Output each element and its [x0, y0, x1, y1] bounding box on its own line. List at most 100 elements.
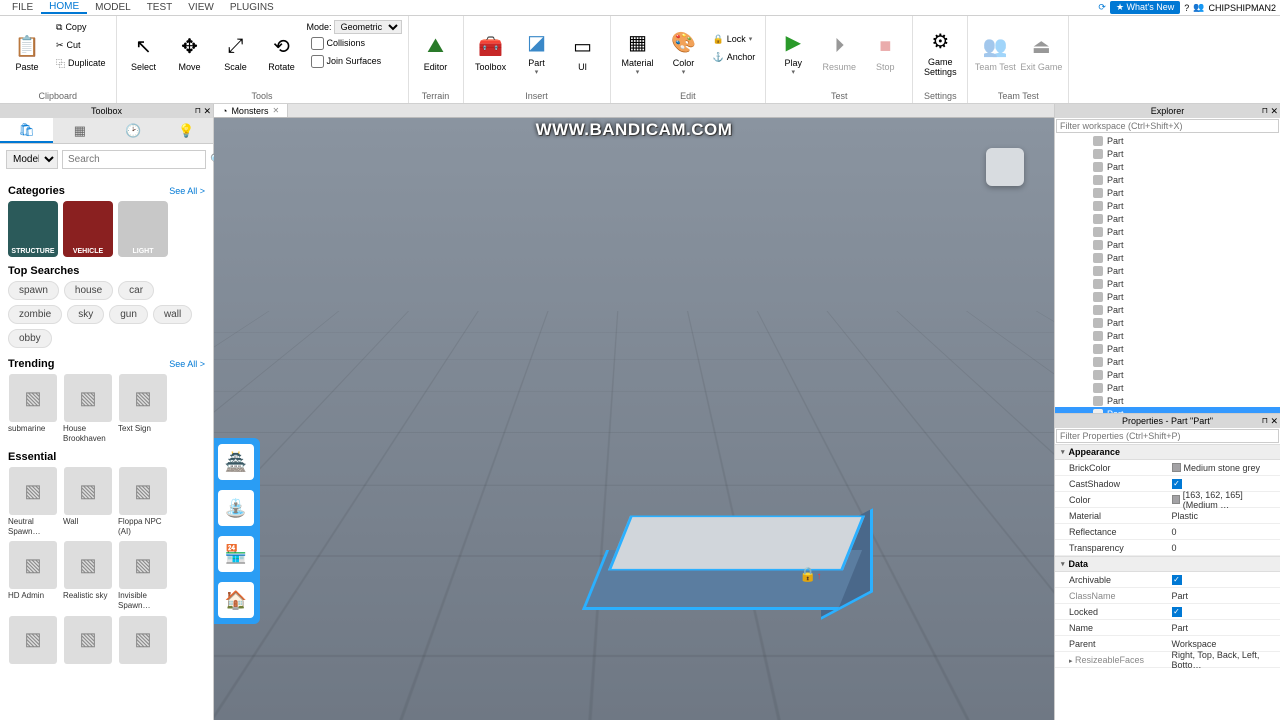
- asset-card[interactable]: ▧Wall: [63, 467, 113, 536]
- lock-button[interactable]: 🔒Lock ▾: [709, 30, 760, 48]
- tree-item[interactable]: Part: [1055, 277, 1280, 290]
- category-card[interactable]: VEHICLE: [63, 201, 113, 257]
- property-row[interactable]: Reflectance0: [1055, 524, 1280, 540]
- sync-icon[interactable]: ⟳: [1098, 2, 1106, 13]
- search-chip[interactable]: house: [64, 281, 113, 300]
- tree-item[interactable]: Part: [1055, 342, 1280, 355]
- part-button[interactable]: ◪Part▾: [516, 18, 558, 86]
- tab-recent[interactable]: 🕑: [107, 118, 160, 143]
- properties-filter-input[interactable]: [1056, 429, 1279, 443]
- menu-home[interactable]: HOME: [41, 1, 87, 14]
- property-row[interactable]: Color [163, 162, 165] (Medium …: [1055, 492, 1280, 508]
- ui-button[interactable]: ▭UI: [562, 18, 604, 86]
- search-chip[interactable]: spawn: [8, 281, 59, 300]
- join-surfaces-toggle[interactable]: Join Surfaces: [307, 52, 402, 70]
- close-icon[interactable]: ✕: [1270, 414, 1278, 428]
- whats-new-button[interactable]: ★ What's New: [1110, 1, 1180, 14]
- tree-item[interactable]: Part: [1055, 368, 1280, 381]
- tree-item[interactable]: Part: [1055, 225, 1280, 238]
- resume-button[interactable]: ⏵Resume: [818, 18, 860, 86]
- mode-select[interactable]: Geometric: [334, 20, 402, 34]
- property-category[interactable]: ▾Appearance: [1055, 444, 1280, 460]
- tree-item[interactable]: Part: [1055, 329, 1280, 342]
- tab-creations[interactable]: 💡: [160, 118, 213, 143]
- pin-icon[interactable]: ⊓: [1262, 414, 1268, 428]
- search-chip[interactable]: zombie: [8, 305, 62, 324]
- pin-icon[interactable]: ⊓: [195, 104, 201, 118]
- cut-button[interactable]: ✂Cut: [52, 36, 110, 54]
- menu-view[interactable]: VIEW: [180, 2, 222, 13]
- search-chip[interactable]: wall: [153, 305, 192, 324]
- property-value[interactable]: [163, 162, 165] (Medium …: [1168, 490, 1280, 510]
- collisions-checkbox[interactable]: [311, 37, 324, 50]
- property-row[interactable]: ▸ ResizeableFacesRight, Top, Back, Left,…: [1055, 652, 1280, 668]
- stamp-btn-2[interactable]: ⛲: [218, 490, 254, 526]
- tree-item[interactable]: Part: [1055, 316, 1280, 329]
- asset-card[interactable]: ▧Floppa NPC (AI): [118, 467, 168, 536]
- property-value[interactable]: Medium stone grey: [1168, 463, 1280, 473]
- search-chip[interactable]: car: [118, 281, 154, 300]
- duplicate-button[interactable]: ⿻Duplicate: [52, 54, 110, 72]
- trending-seeall[interactable]: See All >: [169, 359, 205, 369]
- stop-button[interactable]: ■Stop: [864, 18, 906, 86]
- asset-card[interactable]: ▧submarine: [8, 374, 58, 443]
- categories-seeall[interactable]: See All >: [169, 186, 205, 196]
- tree-item[interactable]: Part: [1055, 147, 1280, 160]
- scene-tab[interactable]: ◔Monsters✕: [214, 104, 288, 117]
- search-input[interactable]: [62, 150, 206, 169]
- property-value[interactable]: ✓: [1168, 607, 1280, 617]
- asset-card[interactable]: ▧Realistic sky: [63, 541, 113, 610]
- property-row[interactable]: Archivable✓: [1055, 572, 1280, 588]
- move-button[interactable]: ✥Move: [169, 18, 211, 86]
- close-tab-icon[interactable]: ✕: [272, 106, 279, 115]
- explorer-tree[interactable]: PartPartPartPartPartPartPartPartPartPart…: [1055, 134, 1280, 413]
- property-value[interactable]: 0: [1168, 527, 1280, 537]
- asset-card[interactable]: ▧Invisible Spawn…: [118, 541, 168, 610]
- team-test-button[interactable]: 👥Team Test: [974, 18, 1016, 86]
- lock-gizmo-icon[interactable]: 🔒↑: [799, 566, 821, 583]
- stamp-btn-3[interactable]: 🏪: [218, 536, 254, 572]
- exit-game-button[interactable]: ⏏Exit Game: [1020, 18, 1062, 86]
- property-category[interactable]: ▾Data: [1055, 556, 1280, 572]
- search-chip[interactable]: sky: [67, 305, 104, 324]
- asset-card[interactable]: ▧Neutral Spawn…: [8, 467, 58, 536]
- anchor-button[interactable]: ⚓Anchor: [709, 48, 760, 66]
- tree-item[interactable]: Part: [1055, 212, 1280, 225]
- checkbox-icon[interactable]: ✓: [1172, 575, 1182, 585]
- checkbox-icon[interactable]: ✓: [1172, 607, 1182, 617]
- menu-plugins[interactable]: PLUGINS: [222, 2, 282, 13]
- property-row[interactable]: MaterialPlastic: [1055, 508, 1280, 524]
- property-value[interactable]: ✓: [1168, 479, 1280, 489]
- asset-card[interactable]: ▧Text Sign: [118, 374, 168, 443]
- rotate-button[interactable]: ⟲Rotate: [261, 18, 303, 86]
- close-icon[interactable]: ✕: [1270, 104, 1278, 118]
- tree-item[interactable]: Part: [1055, 251, 1280, 264]
- checkbox-icon[interactable]: ✓: [1172, 479, 1182, 489]
- copy-button[interactable]: ⧉Copy: [52, 18, 110, 36]
- tree-item[interactable]: Part: [1055, 238, 1280, 251]
- scale-button[interactable]: ⤢Scale: [215, 18, 257, 86]
- menu-file[interactable]: FILE: [4, 2, 41, 13]
- asset-card[interactable]: ▧: [63, 616, 113, 666]
- tree-item[interactable]: Part: [1055, 303, 1280, 316]
- property-value[interactable]: Right, Top, Back, Left, Botto…: [1168, 650, 1280, 670]
- explorer-filter-input[interactable]: [1056, 119, 1279, 133]
- toolbox-body[interactable]: CategoriesSee All > STRUCTUREVEHICLELIGH…: [0, 175, 213, 720]
- property-row[interactable]: NamePart: [1055, 620, 1280, 636]
- asset-card[interactable]: ▧: [8, 616, 58, 666]
- close-icon[interactable]: ✕: [203, 104, 211, 118]
- property-value[interactable]: Part: [1168, 591, 1280, 601]
- asset-card[interactable]: ▧HD Admin: [8, 541, 58, 610]
- search-chip[interactable]: gun: [109, 305, 148, 324]
- property-row[interactable]: Transparency0: [1055, 540, 1280, 556]
- property-value[interactable]: Plastic: [1168, 511, 1280, 521]
- paste-button[interactable]: 📋Paste: [6, 18, 48, 86]
- selected-part-top[interactable]: [608, 516, 865, 571]
- tree-item[interactable]: Part: [1055, 407, 1280, 413]
- collab-icon[interactable]: 👥: [1193, 2, 1204, 13]
- properties-body[interactable]: ▾AppearanceBrickColor Medium stone greyC…: [1055, 444, 1280, 720]
- menu-model[interactable]: MODEL: [87, 2, 139, 13]
- stamp-btn-4[interactable]: 🏠: [218, 582, 254, 618]
- tree-item[interactable]: Part: [1055, 199, 1280, 212]
- property-value[interactable]: 0: [1168, 543, 1280, 553]
